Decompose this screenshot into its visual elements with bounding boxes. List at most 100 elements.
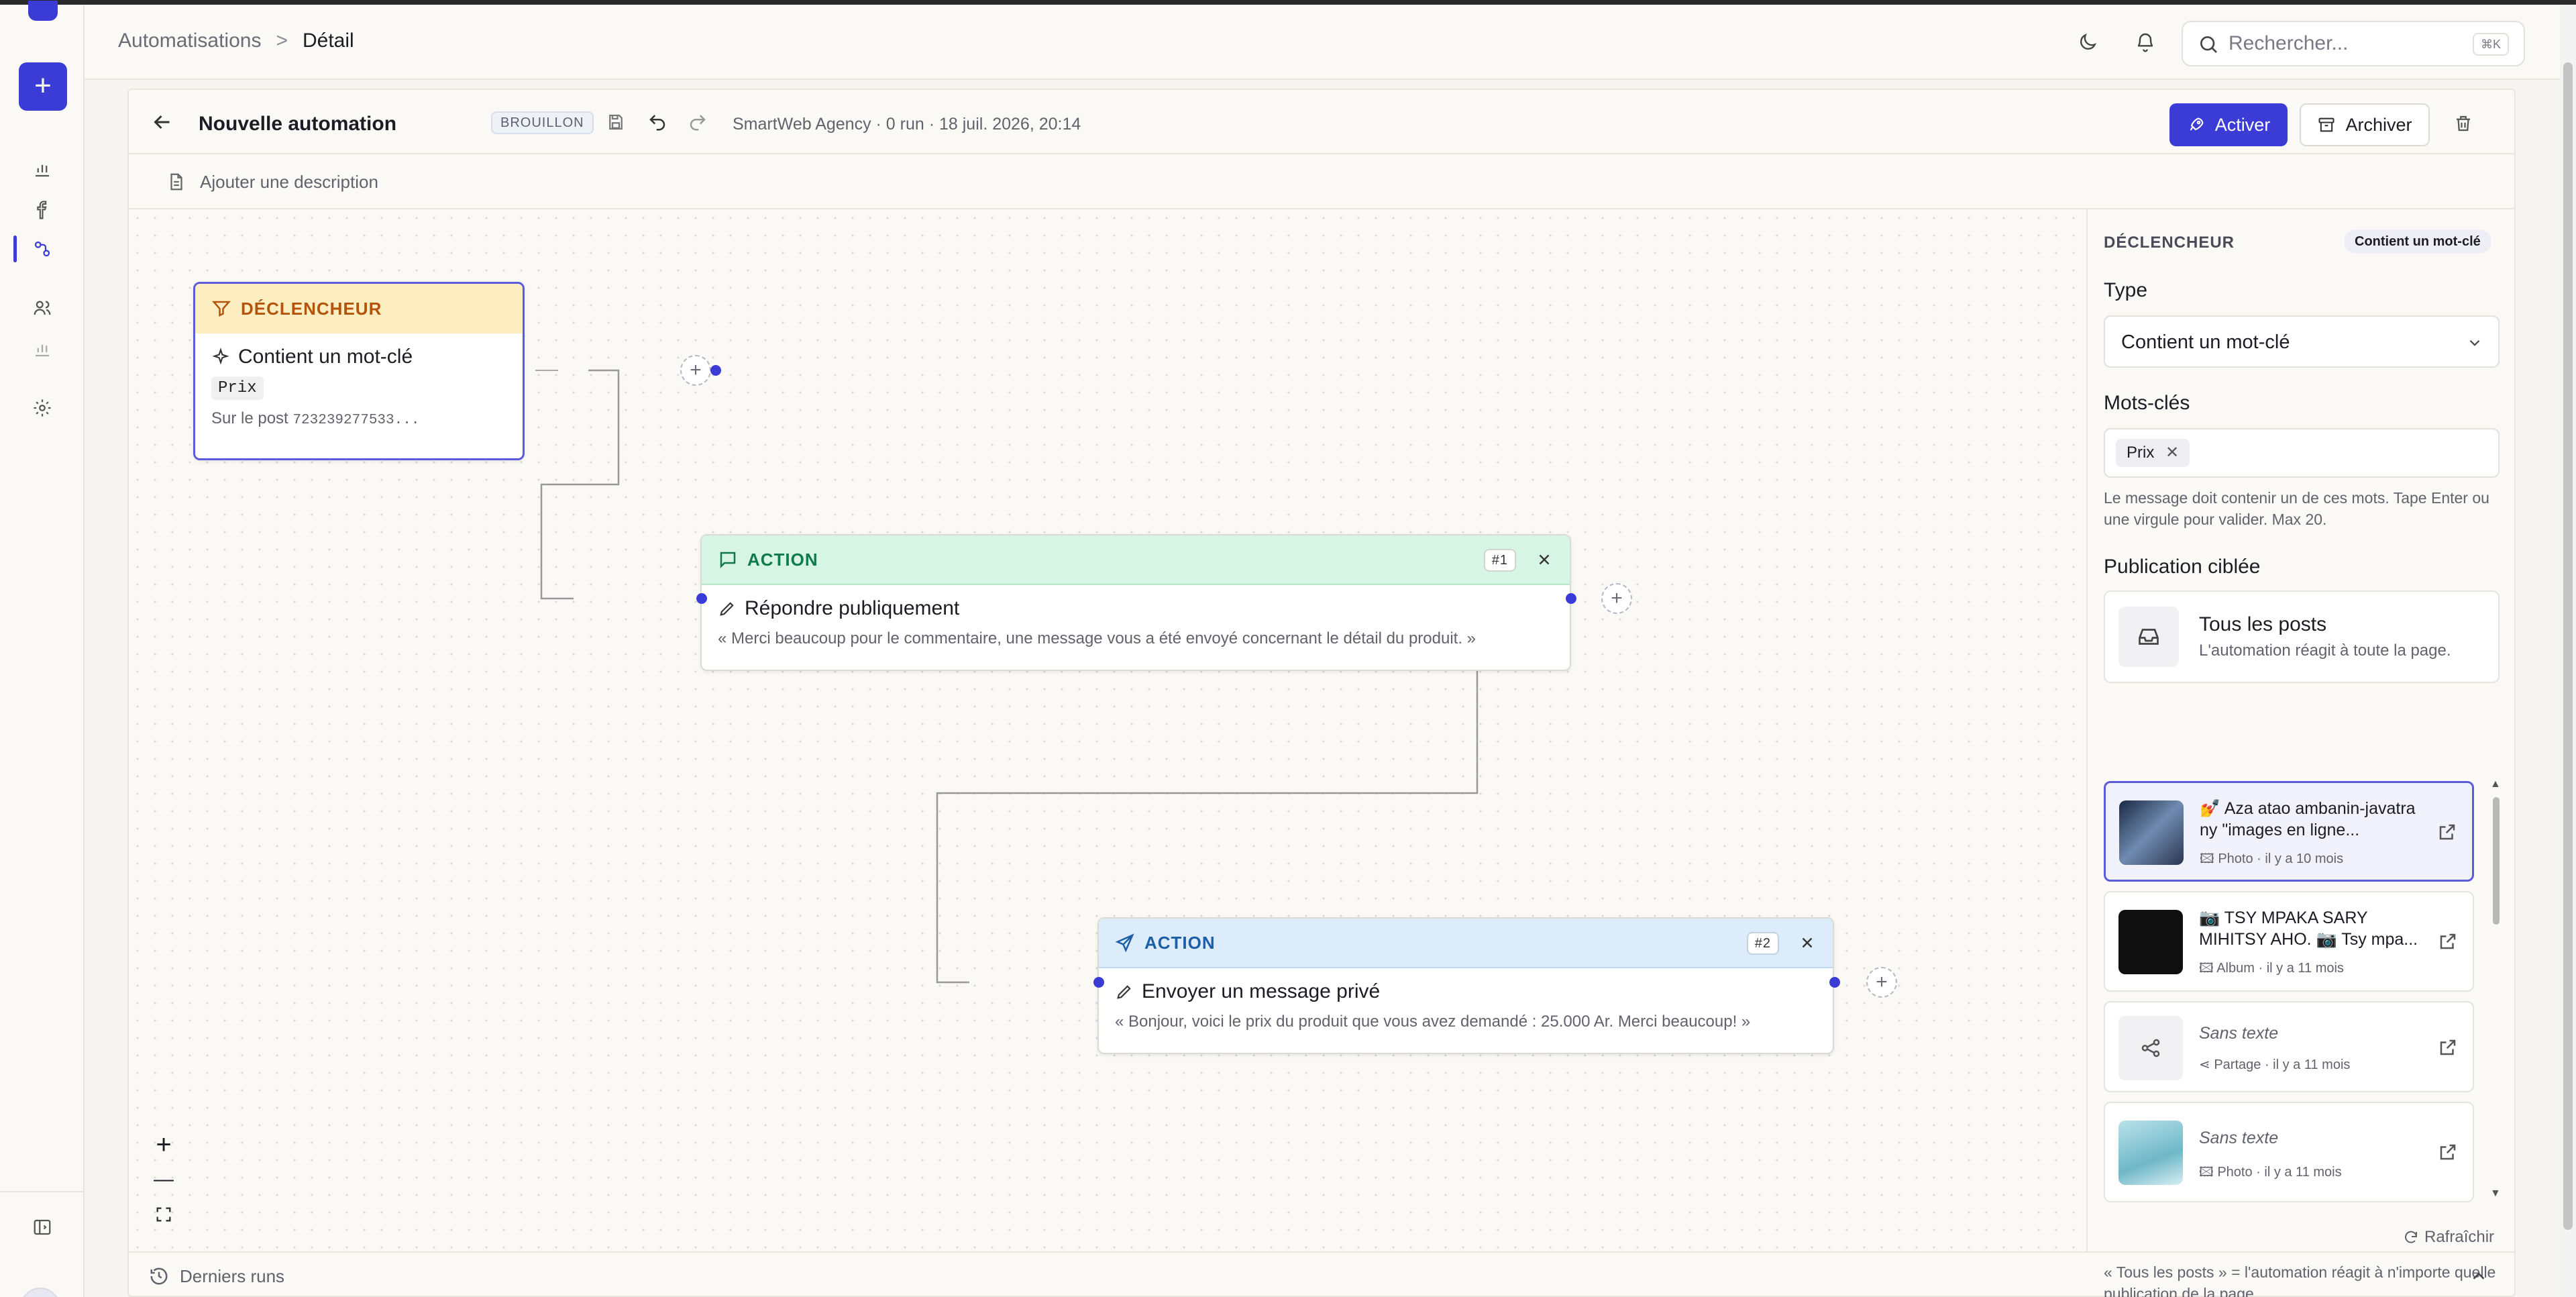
archive-icon — [2318, 117, 2335, 132]
dark-mode-icon[interactable] — [2074, 29, 2101, 56]
action-node-1[interactable]: ACTION #1 Répondre publiquement « Merci … — [700, 534, 1571, 671]
delete-button[interactable] — [2450, 110, 2477, 137]
type-select[interactable]: Contient un mot-clé — [2104, 315, 2500, 368]
back-arrow-icon[interactable] — [150, 110, 174, 134]
post-thumbnail — [2118, 910, 2183, 974]
external-link-icon[interactable] — [2437, 822, 2457, 842]
description-row[interactable]: Ajouter une description — [129, 154, 2514, 209]
chevron-up-icon[interactable] — [2469, 1266, 2489, 1286]
external-link-icon[interactable] — [2438, 1142, 2458, 1162]
trigger-node[interactable]: DÉCLENCHEUR Contient un mot-clé Prix Sur… — [193, 282, 525, 460]
add-description-link[interactable]: Ajouter une description — [200, 172, 378, 193]
redo-icon[interactable] — [686, 110, 710, 134]
archive-button[interactable]: Archiver — [2300, 103, 2430, 146]
zoom-in-button[interactable]: + — [144, 1129, 184, 1161]
undo-icon[interactable] — [645, 110, 669, 134]
external-link-icon[interactable] — [2438, 931, 2458, 951]
breadcrumb-automations[interactable]: Automatisations — [118, 30, 261, 52]
all-posts-option[interactable]: Tous les posts L'automation réagit à tou… — [2104, 590, 2500, 683]
automation-editor: Nouvelle automation BROUILLON SmartWeb A… — [127, 89, 2516, 1297]
action-1-output-port[interactable] — [1566, 593, 1576, 604]
keywords-label: Mots-clés — [2104, 392, 2190, 414]
trigger-settings-panel: DÉCLENCHEUR Contient un mot-clé Type Con… — [2086, 209, 2514, 1297]
post-item[interactable]: Sans texte 🖾 Photo · il y a 11 mois — [2104, 1102, 2474, 1202]
recent-runs-bar[interactable]: Derniers runs — [129, 1251, 2514, 1297]
panel-trigger-type-pill: Contient un mot-clé — [2344, 229, 2491, 254]
automation-icon[interactable] — [29, 236, 56, 262]
new-automation-button[interactable]: + — [19, 62, 67, 111]
remove-keyword-icon[interactable]: ✕ — [2165, 444, 2179, 462]
action-node-1-close-icon[interactable] — [1532, 548, 1556, 572]
post-item[interactable]: 📷 TSY MPAKA SARY MIHITSY AHO. 📷 Tsy mpa.… — [2104, 891, 2474, 992]
share-icon — [2118, 1016, 2183, 1080]
add-step-button[interactable]: + — [680, 355, 711, 386]
action-2-input-port[interactable] — [1093, 977, 1104, 988]
action-node-2-close-icon[interactable] — [1795, 931, 1819, 955]
panel-section-label: DÉCLENCHEUR — [2104, 234, 2235, 252]
top-header: Automatisations > Détail ⌘K — [85, 5, 2560, 80]
document-icon — [170, 173, 182, 191]
action-node-2-header: ACTION #2 — [1099, 919, 1833, 968]
add-step-after-action-1-button[interactable]: + — [1601, 583, 1632, 614]
post-item[interactable]: Sans texte ⋖ Partage · il y a 11 mois — [2104, 1001, 2474, 1092]
flow-canvas[interactable]: DÉCLENCHEUR Contient un mot-clé Prix Sur… — [129, 209, 2086, 1251]
post-title: 📷 TSY MPAKA SARY MIHITSY AHO. 📷 Tsy mpa.… — [2199, 909, 2418, 949]
action-node-2[interactable]: ACTION #2 Envoyer un message privé « Bon… — [1097, 917, 1834, 1054]
send-icon — [1115, 933, 1134, 953]
fit-view-button[interactable] — [144, 1198, 184, 1231]
post-list-scrollbar-thumb[interactable] — [2493, 797, 2500, 925]
action-node-2-message: « Bonjour, voici le prix du produit que … — [1115, 1013, 1751, 1031]
external-link-icon[interactable] — [2438, 1037, 2458, 1057]
reports-icon[interactable] — [29, 335, 56, 362]
chevron-down-icon — [2469, 340, 2480, 346]
automation-title[interactable]: Nouvelle automation — [199, 113, 396, 136]
search-input[interactable] — [2229, 32, 2470, 55]
pencil-icon — [1117, 985, 1131, 999]
history-icon — [150, 1267, 168, 1285]
search-shortcut: ⌘K — [2472, 33, 2509, 56]
keyword-tag-label: Prix — [2127, 444, 2155, 462]
search-box[interactable]: ⌘K — [2182, 21, 2525, 66]
add-step-after-action-2-button[interactable]: + — [1866, 967, 1897, 998]
type-label: Type — [2104, 279, 2148, 301]
active-indicator — [13, 236, 17, 262]
activate-label: Activer — [2214, 114, 2271, 135]
keyword-tag: Prix ✕ — [2116, 439, 2190, 467]
refresh-button[interactable]: Rafraîchir — [2403, 1228, 2494, 1247]
keywords-input[interactable]: Prix ✕ — [2104, 428, 2500, 478]
activate-button[interactable]: Activer — [2169, 103, 2288, 146]
refresh-icon — [2405, 1231, 2417, 1243]
collapse-sidebar-icon[interactable] — [29, 1214, 56, 1241]
page-scrollbar-thumb[interactable] — [2563, 62, 2573, 1230]
settings-icon[interactable] — [29, 395, 56, 421]
post-title: 💅 Aza atao ambanin-javatra ny "images en… — [2200, 799, 2416, 839]
post-item[interactable]: 💅 Aza atao ambanin-javatra ny "images en… — [2104, 781, 2474, 882]
save-icon[interactable] — [604, 110, 628, 134]
action-2-output-port[interactable] — [1829, 977, 1840, 988]
trigger-output-port[interactable] — [710, 365, 721, 376]
analytics-icon[interactable] — [29, 156, 56, 183]
post-thumbnail — [2118, 1121, 2183, 1185]
users-icon[interactable] — [29, 295, 56, 321]
facebook-icon[interactable] — [29, 197, 56, 223]
post-meta: 🖾 Photo · il y a 11 mois — [2199, 1165, 2342, 1180]
post-title: Sans texte — [2199, 1129, 2279, 1147]
post-thumbnail — [2119, 800, 2184, 865]
sparkle-icon — [212, 348, 229, 365]
zoom-out-button[interactable]: — — [144, 1163, 184, 1196]
status-badge: BROUILLON — [491, 111, 594, 134]
page-scrollbar[interactable] — [2560, 5, 2576, 1297]
action-1-input-port[interactable] — [696, 593, 707, 604]
user-avatar[interactable] — [20, 1288, 60, 1297]
post-meta: 🖾 Album · il y a 11 mois — [2199, 961, 2344, 976]
trigger-node-label: DÉCLENCHEUR — [241, 298, 382, 319]
breadcrumb-current: Détail — [302, 30, 354, 52]
automation-meta: SmartWeb Agency · 0 run · 18 juil. 2026,… — [733, 115, 1081, 134]
notifications-icon[interactable] — [2132, 29, 2159, 56]
action-node-1-number: #1 — [1483, 549, 1516, 572]
post-list-scrollbar[interactable]: ▲ ▼ — [2489, 778, 2502, 1201]
app-logo[interactable] — [28, 1, 58, 21]
trigger-node-title: Contient un mot-clé — [238, 346, 413, 368]
archive-label: Archiver — [2345, 114, 2412, 135]
fullscreen-icon — [156, 1207, 171, 1222]
